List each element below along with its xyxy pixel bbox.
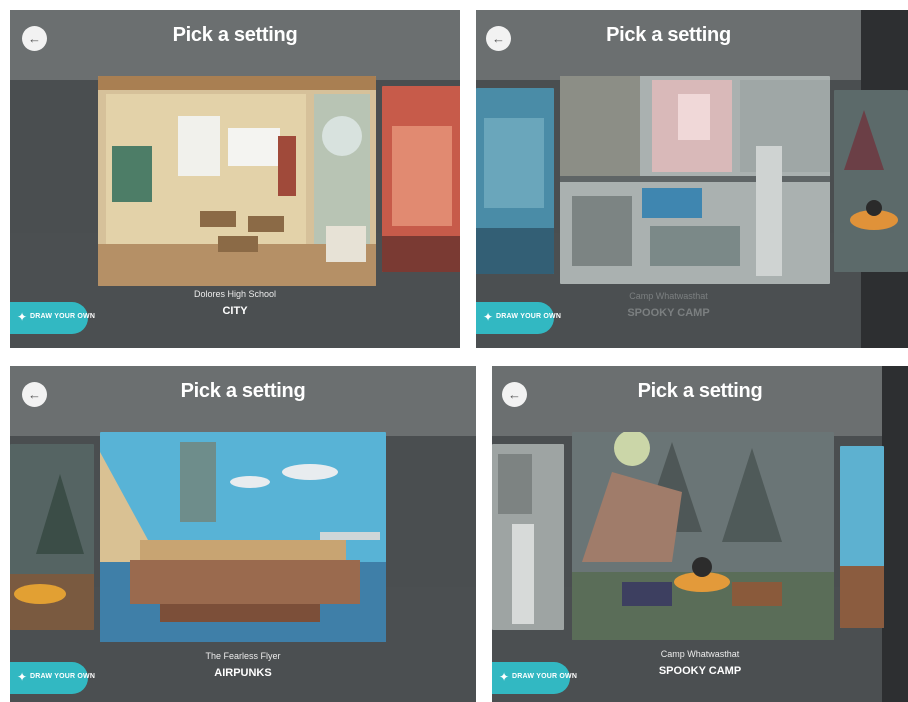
prev-illustration <box>492 444 564 630</box>
camp-preview-illustration <box>834 90 908 272</box>
draw-your-own-button[interactable]: ✦ DRAW YOUR OWN <box>492 662 577 694</box>
setting-name: Camp Whatwasthat <box>660 649 740 659</box>
setting-card-lab[interactable] <box>560 76 830 284</box>
magic-wand-icon: ✦ <box>499 670 510 684</box>
prev-illustration <box>10 444 94 630</box>
page-title: Pick a setting <box>637 380 763 402</box>
setting-name: The Fearless Flyer <box>205 651 281 661</box>
next-illustration <box>382 86 460 272</box>
page-title: Pick a setting <box>606 24 731 46</box>
magic-wand-icon: ✦ <box>483 310 494 324</box>
setting-card-prev[interactable] <box>476 88 554 274</box>
draw-your-own-label: DRAW YOUR OWN <box>512 673 578 680</box>
setting-card-prev[interactable] <box>492 444 564 630</box>
draw-your-own-label: DRAW YOUR OWN <box>496 313 562 320</box>
panel-city: ← Pick a setting Dolores High School CIT… <box>10 10 460 348</box>
magic-wand-icon: ✦ <box>17 310 28 324</box>
setting-card-airship[interactable] <box>100 432 386 642</box>
draw-your-own-button[interactable]: ✦ DRAW YOUR OWN <box>10 662 95 694</box>
page-title: Pick a setting <box>180 380 306 402</box>
camp-illustration <box>572 432 834 640</box>
setting-card-camp[interactable] <box>572 432 834 640</box>
panel-spooky-transition: ← Pick a setting Camp Whatwasthat SPOOKY… <box>476 10 908 348</box>
setting-card-next[interactable] <box>382 86 460 272</box>
prev-illustration <box>476 88 554 274</box>
classroom-illustration <box>98 76 376 286</box>
magic-wand-icon: ✦ <box>17 670 28 684</box>
draw-your-own-label: DRAW YOUR OWN <box>30 313 96 320</box>
panel-airpunks: ← Pick a setting The Fearless Flyer AIRP… <box>10 366 476 702</box>
draw-your-own-button[interactable]: ✦ DRAW YOUR OWN <box>10 302 95 334</box>
draw-your-own-label: DRAW YOUR OWN <box>30 673 96 680</box>
setting-card-camp-preview[interactable] <box>834 90 908 272</box>
setting-card-classroom[interactable] <box>98 76 376 286</box>
setting-name: Camp Whatwasthat <box>629 291 708 301</box>
setting-card-next[interactable] <box>840 446 884 628</box>
draw-your-own-button[interactable]: ✦ DRAW YOUR OWN <box>476 302 561 334</box>
setting-card-prev[interactable] <box>10 444 94 630</box>
panel-spooky-camp: ← Pick a setting Camp Whatwasthat SPOOKY… <box>492 366 908 702</box>
page-title: Pick a setting <box>172 24 298 46</box>
airship-illustration <box>100 432 386 642</box>
setting-name: Dolores High School <box>193 289 277 299</box>
lab-illustration <box>560 76 830 284</box>
next-illustration <box>840 446 884 628</box>
